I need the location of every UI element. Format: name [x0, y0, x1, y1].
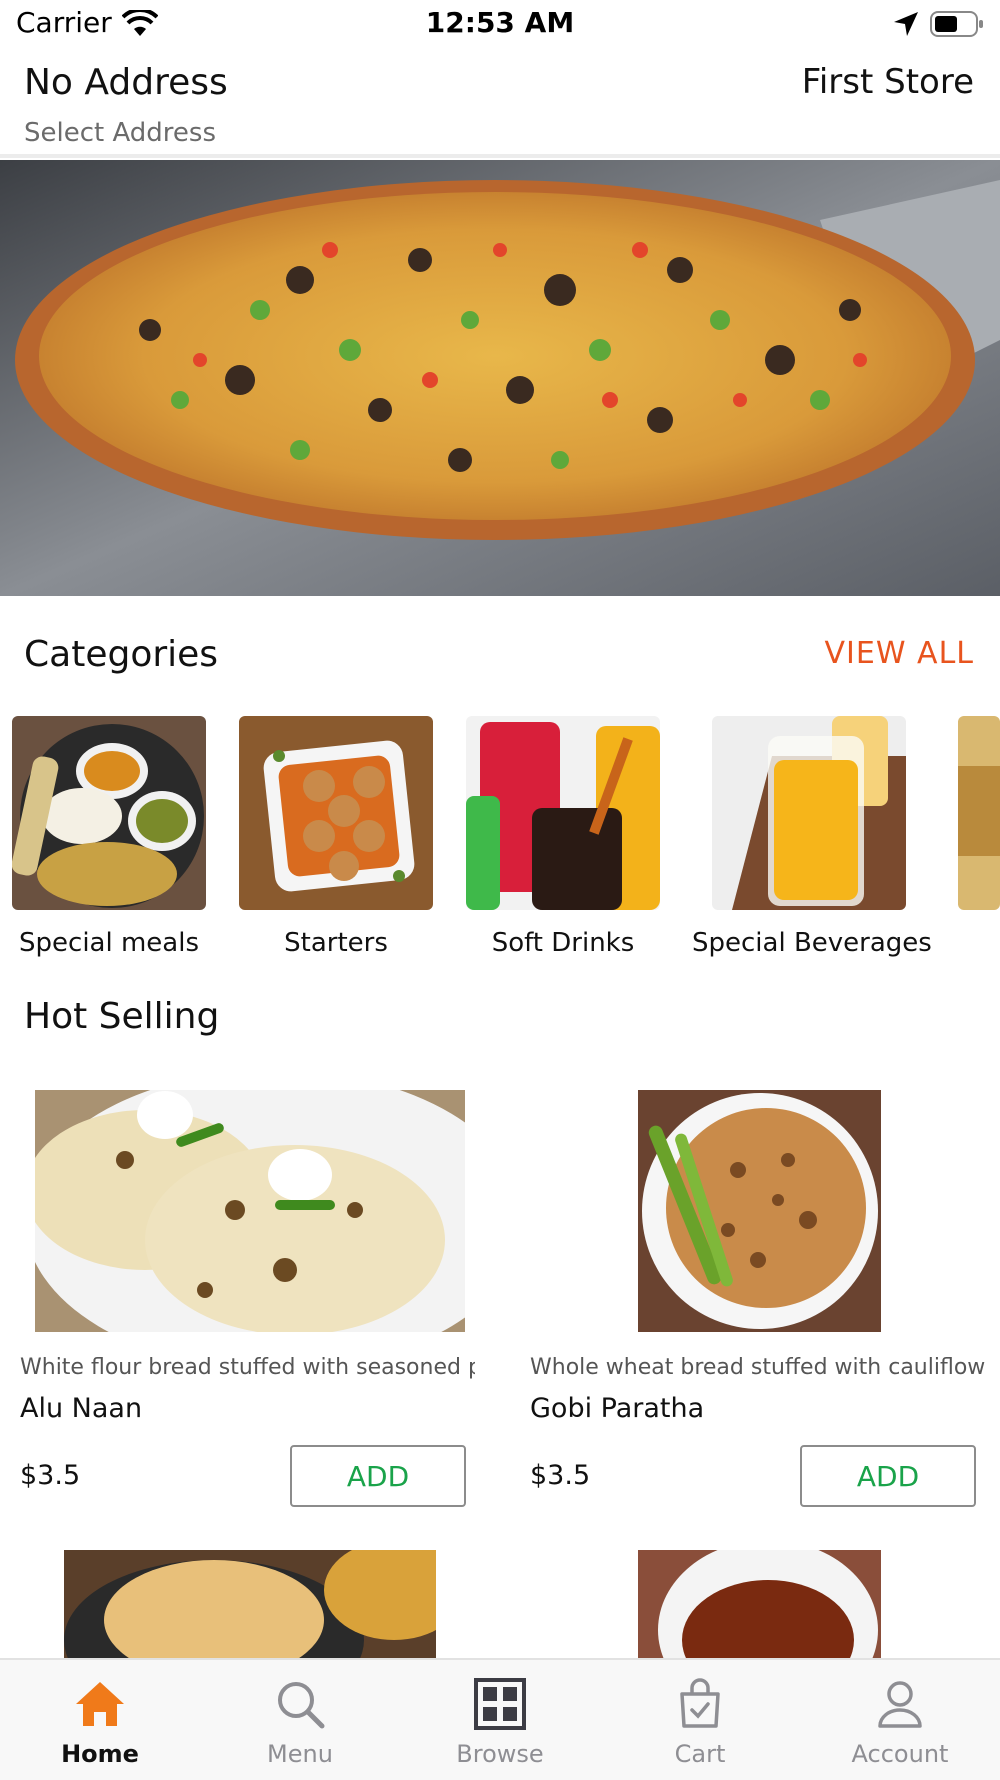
product-price: $3.5 — [20, 1460, 81, 1491]
nav-tab-home[interactable]: Home — [0, 1660, 200, 1780]
nav-tab-browse[interactable]: Browse — [400, 1660, 600, 1780]
product-description: Whole wheat bread stuffed with cauliflow… — [530, 1355, 985, 1380]
starters-image — [239, 716, 433, 910]
category-tile-starters[interactable] — [239, 716, 433, 910]
search-icon — [278, 1682, 325, 1729]
category-tile-partial[interactable] — [958, 716, 1000, 910]
product-name[interactable]: Gobi Paratha — [530, 1393, 704, 1424]
curry-bowl-image — [638, 1550, 881, 1658]
product-description: White flour bread stuffed with seasoned … — [20, 1355, 475, 1380]
category-label: Special meals — [19, 928, 199, 958]
view-all-link[interactable]: VIEW ALL — [825, 636, 974, 671]
nav-label: Cart — [674, 1740, 726, 1768]
user-icon — [878, 1681, 922, 1728]
nav-label: Account — [851, 1740, 949, 1768]
hero-banner-pizza-image[interactable] — [0, 160, 1000, 596]
categories-title: Categories — [24, 634, 219, 675]
hot-selling-title: Hot Selling — [24, 996, 220, 1037]
alu-naan-image — [35, 1090, 465, 1332]
product-image-alu-naan[interactable] — [35, 1090, 465, 1332]
nav-tab-menu[interactable]: Menu — [200, 1660, 400, 1780]
product-price: $3.5 — [530, 1460, 591, 1491]
gobi-paratha-image — [638, 1090, 881, 1332]
puri-chole-image — [64, 1550, 436, 1658]
select-address-link[interactable]: Select Address — [24, 118, 216, 148]
add-to-cart-button[interactable]: ADD — [290, 1445, 466, 1507]
partial-category-image — [958, 716, 1000, 910]
nav-label: Menu — [267, 1740, 333, 1768]
nav-label: Browse — [456, 1740, 544, 1768]
product-image-partial[interactable] — [638, 1550, 881, 1658]
category-label: Special Beverages — [692, 928, 932, 958]
pizza-illustration — [0, 160, 1000, 596]
product-image-gobi-paratha[interactable] — [638, 1090, 881, 1332]
status-time: 12:53 AM — [425, 6, 575, 39]
special-meals-image — [12, 716, 206, 910]
shopping-bag-icon — [680, 1678, 720, 1728]
category-tile-soft-drinks[interactable] — [466, 716, 660, 910]
header-divider — [0, 154, 1000, 158]
location-arrow-icon — [894, 12, 918, 36]
address-title[interactable]: No Address — [24, 62, 228, 103]
soft-drinks-image — [466, 716, 660, 910]
add-to-cart-button[interactable]: ADD — [800, 1445, 976, 1507]
nav-tab-account[interactable]: Account — [800, 1660, 1000, 1780]
battery-icon — [930, 11, 983, 37]
category-label: Starters — [284, 928, 388, 958]
nav-label: Home — [61, 1740, 139, 1768]
grid-icon — [474, 1678, 526, 1730]
category-tile-special-beverages[interactable] — [712, 716, 906, 910]
product-name[interactable]: Alu Naan — [20, 1393, 142, 1424]
special-beverages-image — [712, 716, 906, 910]
category-label: Soft Drinks — [491, 928, 635, 958]
category-tile-special-meals[interactable] — [12, 716, 206, 910]
home-icon — [76, 1682, 124, 1726]
nav-tab-cart[interactable]: Cart — [600, 1660, 800, 1780]
status-bar: Carrier 12:53 AM — [0, 0, 1000, 52]
bottom-navigation: Home Menu Browse Cart Account — [0, 1658, 1000, 1780]
product-image-partial[interactable] — [64, 1550, 436, 1658]
store-name[interactable]: First Store — [802, 62, 974, 102]
